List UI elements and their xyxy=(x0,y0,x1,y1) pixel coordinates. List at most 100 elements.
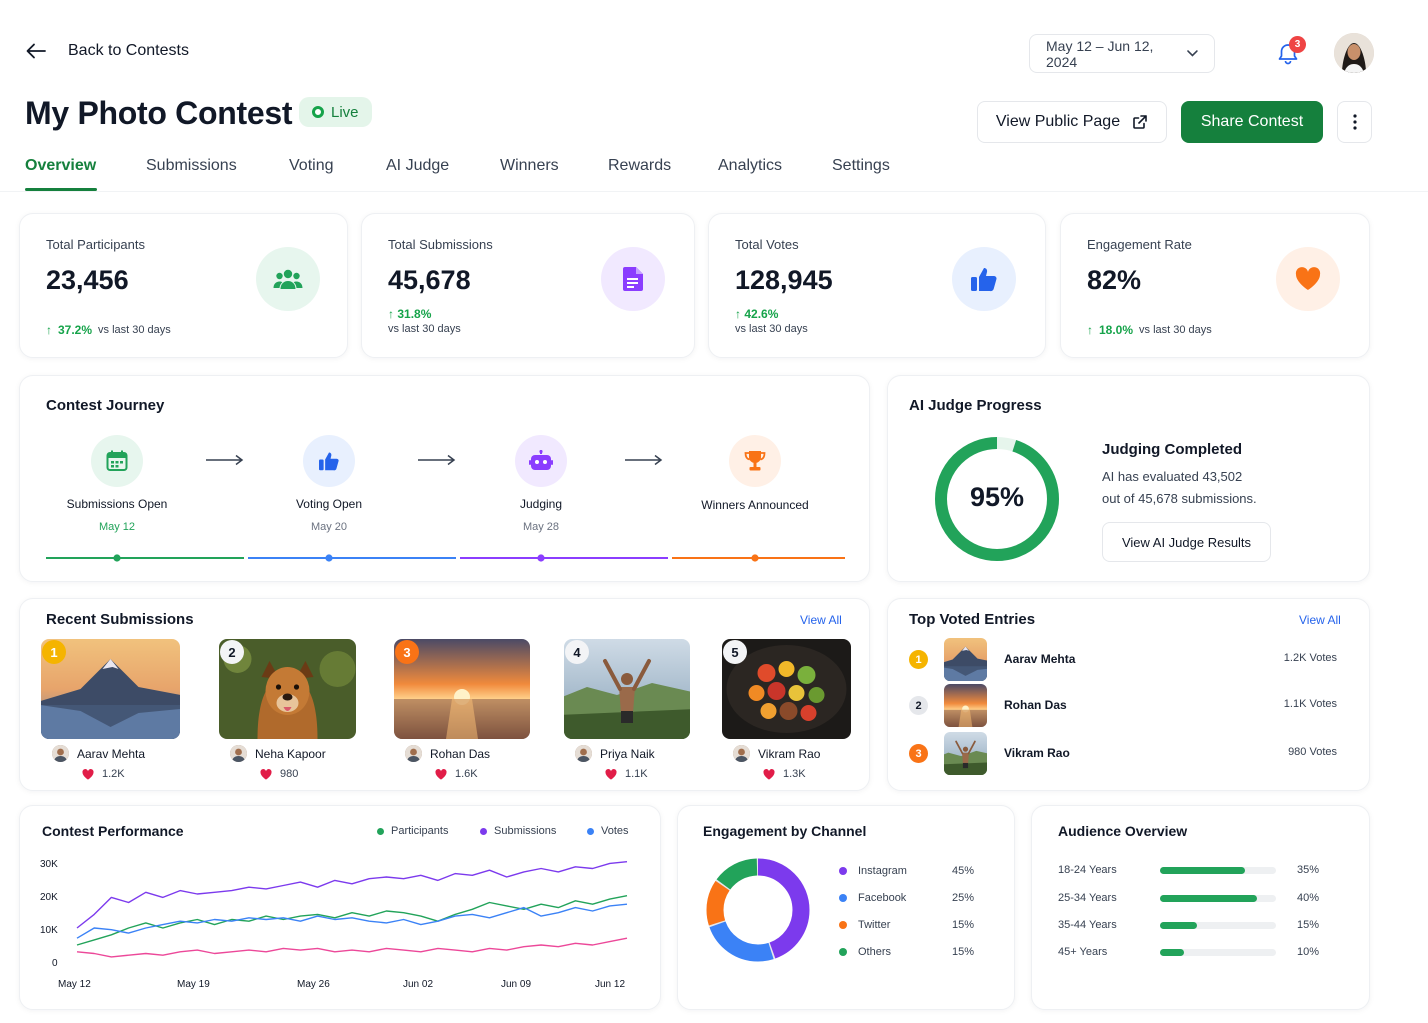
view-all-link[interactable]: View All xyxy=(1299,613,1341,627)
heart-icon xyxy=(605,768,617,780)
performance-line-chart xyxy=(76,861,628,958)
arrow-up-icon: ↑ xyxy=(735,307,745,321)
more-options-button[interactable] xyxy=(1337,101,1372,143)
channel-dot xyxy=(839,948,847,956)
arrow-right-icon xyxy=(418,454,456,466)
author-name: Rohan Das xyxy=(430,746,491,761)
chevron-down-icon xyxy=(1187,50,1198,57)
robot-icon xyxy=(515,435,567,487)
likes-count: 980 xyxy=(280,768,299,780)
judge-heading: Judging Completed xyxy=(1102,441,1242,458)
stat-change-value: 18.0% xyxy=(1099,323,1134,337)
arrow-up-icon: ↑ xyxy=(1087,323,1093,337)
stat-change-sub: vs last 30 days xyxy=(98,324,171,336)
rank-badge: 3 xyxy=(395,640,419,664)
contest-journey-card: Contest Journey Submissions Open May 12 … xyxy=(19,375,870,582)
tabs-divider xyxy=(0,191,1428,192)
stat-label: Total Participants xyxy=(46,237,145,252)
submission-likes: 1.1K xyxy=(605,768,648,780)
entry-votes: 1.1K Votes xyxy=(1283,698,1337,710)
stat-label: Total Votes xyxy=(735,237,799,252)
card-title: Recent Submissions xyxy=(46,611,194,628)
rank-badge: 3 xyxy=(909,744,928,763)
age-group-pct: 10% xyxy=(1297,946,1320,958)
top-voted-row[interactable]: 3 Vikram Rao 980 Votes xyxy=(888,732,1369,776)
age-group-bar xyxy=(1160,895,1276,902)
trophy-icon xyxy=(729,435,781,487)
stat-change-sub: vs last 30 days xyxy=(388,323,461,335)
channel-name: Instagram xyxy=(858,865,907,877)
stat-card-votes: Total Votes 128,945 ↑ 42.6% vs last 30 d… xyxy=(708,213,1046,358)
submission-likes: 980 xyxy=(260,768,298,780)
user-avatar[interactable] xyxy=(1334,33,1374,73)
legend-votes: Votes xyxy=(587,825,629,837)
stat-value: 45,678 xyxy=(388,265,471,295)
submission-author: Priya Naik xyxy=(575,745,655,762)
heart-icon xyxy=(435,768,447,780)
view-all-link[interactable]: View All xyxy=(800,613,842,627)
legend-participants: Participants xyxy=(377,825,448,837)
rank-badge: 2 xyxy=(220,640,244,664)
rank-badge: 5 xyxy=(723,640,747,664)
y-tick: 10K xyxy=(40,925,58,936)
judge-desc-line1: AI has evaluated 43,502 xyxy=(1102,469,1243,484)
journey-progress-track xyxy=(46,554,845,562)
channel-pct: 45% xyxy=(952,865,975,877)
tab-analytics[interactable]: Analytics xyxy=(718,157,782,175)
tab-winners[interactable]: Winners xyxy=(500,157,559,175)
page-title: My Photo Contest xyxy=(25,95,293,131)
card-title: Contest Journey xyxy=(46,397,165,414)
top-voted-row[interactable]: 2 Rohan Das 1.1K Votes xyxy=(888,684,1369,728)
back-to-contests-link[interactable]: Back to Contests xyxy=(26,42,189,60)
view-ai-judge-results-button[interactable]: View AI Judge Results xyxy=(1102,522,1271,562)
date-range-select[interactable]: May 12 – Jun 12, 2024 xyxy=(1029,34,1215,73)
tab-ai-judge[interactable]: AI Judge xyxy=(386,157,449,175)
tab-overview[interactable]: Overview xyxy=(25,157,96,175)
stat-change-value: 37.2% xyxy=(58,323,93,337)
entry-name: Vikram Rao xyxy=(1004,746,1070,760)
recent-submissions-card: Recent Submissions View All 1 Aarav Meht… xyxy=(19,598,870,791)
likes-count: 1.6K xyxy=(455,768,478,780)
heart-icon xyxy=(82,768,94,780)
view-public-page-button[interactable]: View Public Page xyxy=(977,101,1167,143)
tab-settings[interactable]: Settings xyxy=(832,157,890,175)
tab-rewards[interactable]: Rewards xyxy=(608,157,671,175)
stat-card-engagement: Engagement Rate 82% ↑ 18.0% vs last 30 da… xyxy=(1060,213,1370,358)
share-contest-button[interactable]: Share Contest xyxy=(1181,101,1323,143)
channel-name: Twitter xyxy=(858,919,891,931)
rank-badge: 1 xyxy=(909,650,928,669)
age-group-bar-fill xyxy=(1160,895,1258,902)
external-link-icon xyxy=(1133,115,1147,129)
card-title: AI Judge Progress xyxy=(909,397,1042,414)
arrow-up-icon: ↑ xyxy=(388,307,398,321)
series-line-participants xyxy=(76,895,628,946)
judge-percent: 95% xyxy=(969,482,1025,512)
step-date: May 28 xyxy=(522,521,560,533)
tab-voting[interactable]: Voting xyxy=(289,157,333,175)
judge-desc-line2: out of 45,678 submissions. xyxy=(1102,491,1257,506)
author-name: Vikram Rao xyxy=(758,746,821,761)
age-group-bar xyxy=(1160,949,1276,956)
age-group-label: 25-34 Years xyxy=(1058,892,1117,904)
author-avatar xyxy=(733,745,750,762)
x-tick: Jun 12 xyxy=(595,979,626,990)
legend-submissions: Submissions xyxy=(480,825,556,837)
author-avatar xyxy=(230,745,247,762)
age-group-bar xyxy=(1160,922,1276,929)
x-tick: May 26 xyxy=(297,979,330,990)
submission-likes: 1.3K xyxy=(763,768,806,780)
notifications-button[interactable]: 3 xyxy=(1270,36,1306,72)
top-voted-row[interactable]: 1 Aarav Mehta 1.2K Votes xyxy=(888,638,1369,682)
tab-submissions[interactable]: Submissions xyxy=(146,157,237,175)
channel-pct: 15% xyxy=(952,946,975,958)
stat-value: 23,456 xyxy=(46,265,129,295)
channel-name: Others xyxy=(858,946,892,958)
age-group-pct: 15% xyxy=(1297,919,1320,931)
stat-change-sub: vs last 30 days xyxy=(735,323,808,335)
series-line-other xyxy=(76,937,628,958)
entry-thumbnail xyxy=(944,638,987,681)
legend-label: Submissions xyxy=(494,825,557,837)
channel-donut-chart xyxy=(706,858,810,962)
heart-icon xyxy=(260,768,272,780)
channel-row: Facebook xyxy=(839,892,906,904)
